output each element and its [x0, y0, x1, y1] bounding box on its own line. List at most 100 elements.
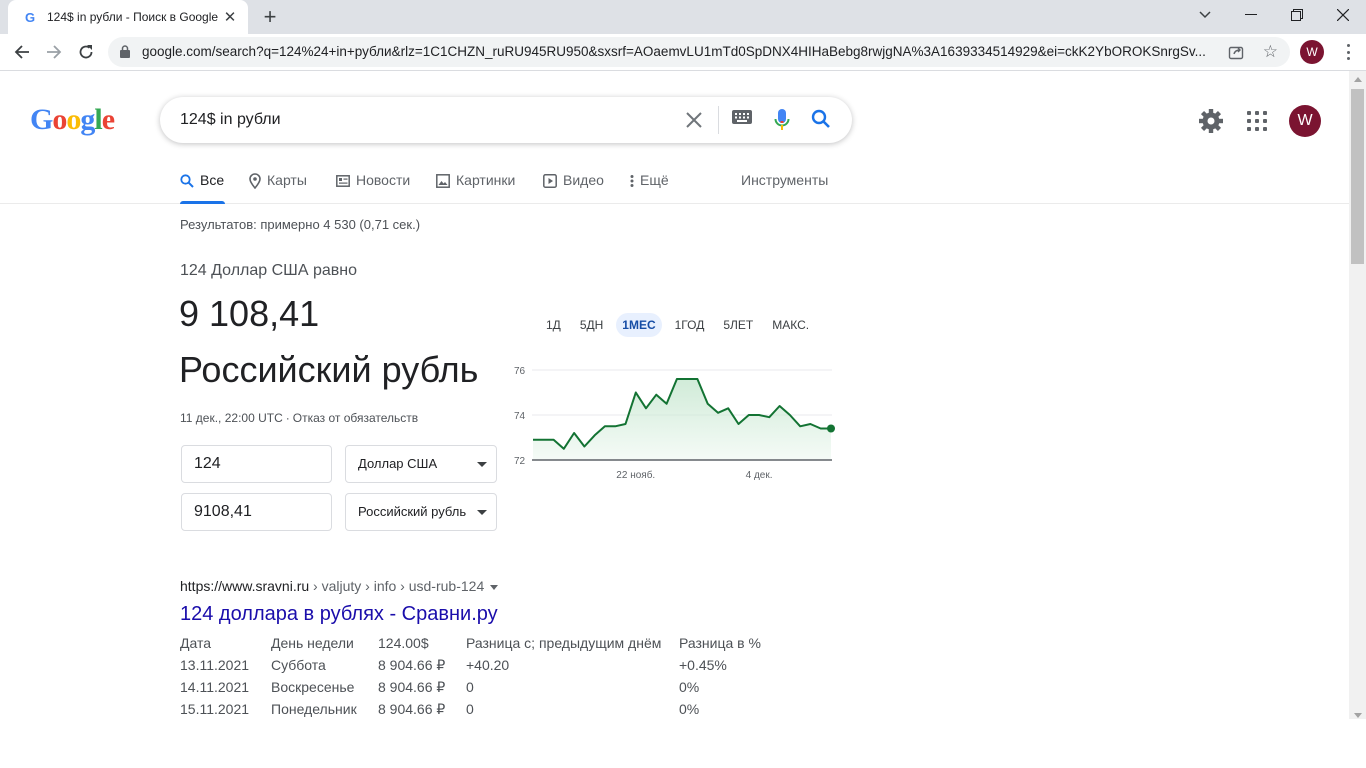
- video-icon: [543, 172, 557, 190]
- from-amount-input[interactable]: 124: [181, 445, 332, 483]
- conversion-result-currency: Российский рубль: [179, 349, 479, 390]
- result-domain: https://www.sravni.ru: [180, 578, 310, 594]
- back-button[interactable]: [9, 39, 35, 65]
- tab-maps-label: Карты: [267, 172, 307, 188]
- reload-button[interactable]: [73, 39, 99, 65]
- range-label: 5ЛЕТ: [723, 318, 754, 332]
- page-scrollbar[interactable]: [1349, 71, 1366, 719]
- news-icon: [336, 172, 350, 190]
- exchange-rate-chart[interactable]: 76 74 72 22 нояб. 4 дек.: [506, 358, 836, 486]
- more-vert-icon: [630, 172, 634, 190]
- google-logo[interactable]: Google: [30, 103, 115, 137]
- close-tab-icon[interactable]: ✕: [222, 9, 238, 26]
- forward-button[interactable]: [41, 39, 67, 65]
- table-header: Разница с; предыдущим днём: [466, 635, 662, 651]
- url-text[interactable]: google.com/search?q=124%24+in+рубли&rlz=…: [142, 44, 1220, 59]
- new-tab-button[interactable]: +: [258, 4, 282, 29]
- share-icon[interactable]: [1228, 44, 1244, 65]
- tab-strip: G 124$ in рубли - Поиск в Google ✕ +: [0, 0, 1366, 34]
- tab-all-label: Все: [200, 172, 225, 188]
- result-stats: Результатов: примерно 4 530 (0,71 сек.): [180, 217, 421, 232]
- tab-video-label: Видео: [563, 172, 604, 188]
- tab-more[interactable]: Ещё: [630, 172, 669, 204]
- result-title-link[interactable]: 124 доллара в рублях - Сравни.ру: [180, 603, 498, 626]
- table-cell: +0.45%: [679, 657, 727, 673]
- result-table: Дата День недели 124.00$ Разница с; пред…: [180, 632, 761, 720]
- minimize-button[interactable]: [1228, 0, 1274, 30]
- table-row: 13.11.2021 Суббота 8 904.66 ₽ +40.20 +0.…: [180, 654, 761, 676]
- microphone-icon[interactable]: [774, 108, 790, 137]
- range-label: 1МЕС: [622, 318, 656, 332]
- last-point-marker: [827, 424, 835, 433]
- series-area: [533, 379, 831, 460]
- y-tick-label: 76: [514, 366, 526, 377]
- range-label: 5ДН: [579, 318, 604, 332]
- bookmark-star-icon[interactable]: ☆: [1263, 42, 1278, 62]
- settings-gear-icon[interactable]: [1198, 108, 1224, 139]
- profile-avatar[interactable]: W: [1300, 40, 1324, 64]
- close-window-button[interactable]: [1320, 0, 1366, 30]
- image-icon: [436, 172, 450, 190]
- google-apps-icon[interactable]: [1247, 111, 1267, 131]
- range-5y[interactable]: 5ЛЕТ: [717, 313, 759, 337]
- account-avatar[interactable]: W: [1289, 105, 1321, 137]
- tab-images[interactable]: Картинки: [436, 172, 515, 204]
- range-5d[interactable]: 5ДН: [574, 313, 609, 337]
- address-bar[interactable]: google.com/search?q=124%24+in+рубли&rlz=…: [108, 37, 1290, 67]
- table-cell: 15.11.2021: [180, 701, 250, 717]
- result-url[interactable]: https://www.sravni.ru › valjuty › info ›…: [180, 578, 499, 594]
- map-pin-icon: [249, 172, 261, 190]
- conversion-result-value: 9 108,41: [179, 293, 320, 334]
- range-1m[interactable]: 1МЕС: [616, 313, 662, 337]
- table-row: 14.11.2021 Воскресенье 8 904.66 ₽ 0 0%: [180, 676, 761, 698]
- result-path: › valjuty › info › usd-rub-124: [309, 578, 485, 594]
- table-cell: 13.11.2021: [180, 657, 250, 673]
- scrollbar-thumb[interactable]: [1351, 89, 1364, 264]
- scroll-up-arrow-icon[interactable]: [1354, 77, 1362, 82]
- from-currency-select[interactable]: Доллар США: [345, 445, 497, 483]
- tools-button[interactable]: Инструменты: [741, 172, 828, 188]
- range-label: МАКС.: [772, 318, 810, 332]
- range-1y[interactable]: 1ГОД: [669, 313, 711, 337]
- table-cell: 14.11.2021: [180, 679, 250, 695]
- search-tabs: Все Карты Новости Картинки Видео Ещё Инс…: [0, 162, 1349, 204]
- to-currency-select[interactable]: Российский рубль: [345, 493, 497, 531]
- clear-search-icon[interactable]: [683, 109, 705, 131]
- tab-video[interactable]: Видео: [543, 172, 604, 204]
- tab-maps[interactable]: Карты: [249, 172, 307, 204]
- lock-icon[interactable]: [120, 45, 130, 63]
- conversion-timestamp-row: 11 дек., 22:00 UTC · Отказ от обязательств: [180, 411, 418, 425]
- tab-news[interactable]: Новости: [336, 172, 410, 204]
- google-favicon-icon: G: [24, 9, 36, 25]
- range-max[interactable]: МАКС.: [766, 313, 815, 337]
- tab-news-label: Новости: [356, 172, 411, 188]
- range-label: 1ГОД: [674, 318, 705, 332]
- disclaimer-link[interactable]: Отказ от обязательств: [293, 411, 418, 425]
- search-input[interactable]: [180, 108, 660, 132]
- dropdown-caret-icon: [477, 510, 487, 515]
- to-amount-input[interactable]: 9108,41: [181, 493, 332, 531]
- table-cell: 8 904.66 ₽: [378, 700, 446, 717]
- browser-toolbar: google.com/search?q=124%24+in+рубли&rlz=…: [0, 34, 1366, 71]
- scroll-down-arrow-icon[interactable]: [1354, 713, 1362, 718]
- tab-title: 124$ in рубли - Поиск в Google: [47, 10, 219, 24]
- to-currency-value: Российский рубль: [358, 504, 467, 519]
- table-cell: 0%: [679, 701, 700, 717]
- browser-menu-icon[interactable]: [1340, 42, 1356, 62]
- table-cell: 8 904.66 ₽: [378, 656, 446, 673]
- table-cell: Воскресенье: [271, 679, 355, 695]
- restore-button[interactable]: [1274, 0, 1320, 30]
- tab-more-label: Ещё: [640, 172, 669, 188]
- table-cell: 0: [466, 701, 474, 717]
- table-header-row: Дата День недели 124.00$ Разница с; пред…: [180, 632, 761, 654]
- browser-tab[interactable]: G 124$ in рубли - Поиск в Google ✕: [8, 0, 248, 34]
- table-header: Дата: [180, 635, 212, 651]
- keyboard-icon[interactable]: [732, 110, 752, 129]
- range-1d[interactable]: 1Д: [540, 313, 567, 337]
- tab-search-icon[interactable]: [1182, 0, 1228, 30]
- result-menu-caret-icon[interactable]: [490, 584, 499, 590]
- dropdown-caret-icon: [477, 462, 487, 467]
- tab-all[interactable]: Все: [180, 172, 225, 204]
- search-submit-icon[interactable]: [811, 109, 831, 134]
- separator: ·: [285, 411, 290, 425]
